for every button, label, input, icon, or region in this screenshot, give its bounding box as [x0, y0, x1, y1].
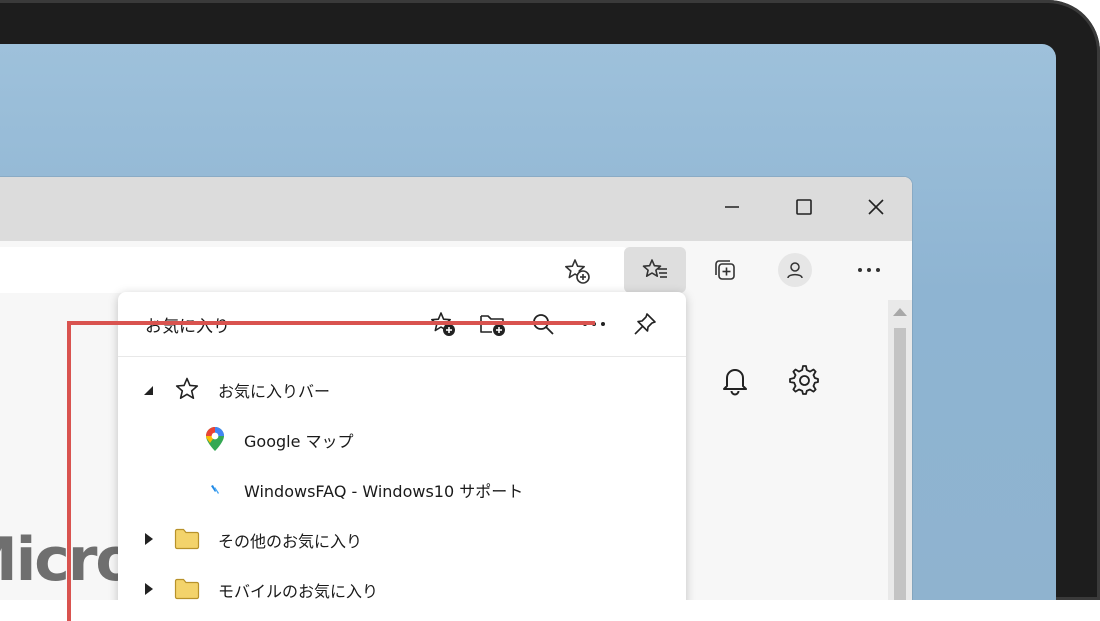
scroll-thumb[interactable]: [894, 328, 906, 600]
notifications-button[interactable]: [715, 360, 755, 400]
other-favorites-label: その他のお気に入り: [218, 532, 363, 551]
favorites-panel: お気に入り お気に入りバー Google マップ WindowsFAQ - Wi…: [118, 292, 686, 600]
star-plus-icon: [565, 259, 590, 284]
maximize-icon: [796, 199, 812, 215]
browser-menu-button[interactable]: [838, 247, 900, 293]
title-bar: [0, 177, 912, 241]
windowsfaq-icon: [202, 476, 228, 502]
google-maps-icon: [202, 426, 228, 452]
other-favorites-folder[interactable]: その他のお気に入り: [118, 514, 686, 564]
caret-collapsed-icon[interactable]: [144, 582, 154, 596]
vertical-scrollbar[interactable]: [888, 300, 912, 600]
close-icon: [868, 199, 884, 215]
caret-expanded-icon[interactable]: [142, 384, 154, 396]
favorite-link-google-maps[interactable]: Google マップ: [118, 414, 686, 464]
callout-line-vertical: [67, 321, 71, 621]
favorites-button[interactable]: [624, 247, 686, 293]
add-favorite-button[interactable]: [562, 256, 592, 286]
favorites-bar-folder[interactable]: お気に入りバー: [118, 364, 686, 414]
favorite-label-windowsfaq: WindowsFAQ - Windows10 サポート: [244, 482, 524, 501]
collections-button[interactable]: [694, 247, 756, 293]
bell-icon: [723, 369, 747, 396]
collections-icon: [715, 260, 735, 280]
callout-line-horizontal: [67, 321, 595, 325]
minimize-icon: [725, 206, 739, 208]
profile-button[interactable]: [764, 247, 826, 293]
more-horizontal-icon: [858, 268, 880, 272]
folder-icon: [174, 526, 200, 552]
close-button[interactable]: [851, 189, 901, 225]
caret-collapsed-icon[interactable]: [144, 532, 154, 546]
avatar: [778, 253, 812, 287]
browser-window: Micros お気に入り: [0, 177, 912, 600]
gear-icon: [789, 365, 819, 395]
person-icon: [787, 262, 803, 279]
scroll-up-arrow-icon[interactable]: [893, 308, 907, 316]
maximize-button[interactable]: [779, 189, 829, 225]
address-bar[interactable]: [0, 247, 630, 293]
folder-icon: [174, 576, 200, 600]
minimize-button[interactable]: [707, 189, 757, 225]
favorites-bar-label: お気に入りバー: [218, 382, 331, 401]
pin-icon: [634, 313, 656, 335]
mobile-favorites-folder[interactable]: モバイルのお気に入り: [118, 564, 686, 600]
mobile-favorites-label: モバイルのお気に入り: [218, 582, 379, 600]
favorite-label-google-maps: Google マップ: [244, 432, 354, 451]
pin-panel-button[interactable]: [627, 306, 663, 342]
star-icon: [174, 376, 200, 402]
favorites-icon: [642, 259, 667, 278]
favorite-link-windowsfaq[interactable]: WindowsFAQ - Windows10 サポート: [118, 464, 686, 514]
settings-button[interactable]: [784, 360, 824, 400]
